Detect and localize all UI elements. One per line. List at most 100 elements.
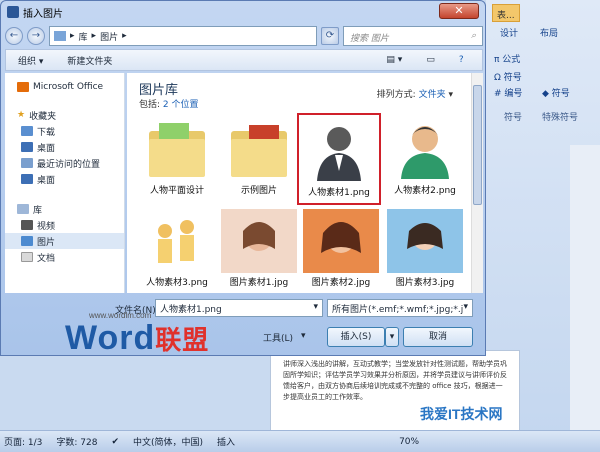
chevron-down-icon: ▾ — [463, 302, 468, 312]
refresh-icon[interactable]: ⟳ — [321, 27, 339, 45]
file-item[interactable]: 人物素材2.png — [383, 113, 467, 205]
people-group-icon — [145, 209, 209, 273]
nav-item-desktop-2[interactable]: 桌面 — [5, 171, 124, 187]
file-item-selected[interactable]: 人物素材1.png — [297, 113, 381, 205]
video-icon — [21, 220, 33, 230]
status-page[interactable]: 页面: 1/3 — [4, 435, 42, 448]
status-zoom[interactable]: 70% — [399, 437, 419, 447]
bottom-watermark: 我爱IT技术网 — [420, 406, 503, 422]
photo-thumbnail-icon — [221, 209, 297, 273]
forward-button[interactable]: → — [27, 27, 45, 45]
file-item[interactable]: 示例图片 — [217, 113, 301, 205]
filetype-select[interactable]: 所有图片(*.emf;*.wmf;*.jpg;*.j ▾ — [327, 299, 473, 317]
photo-thumbnail-icon — [387, 209, 463, 273]
file-item[interactable]: 图片素材1.jpg — [217, 205, 301, 297]
star-icon: ★ — [17, 110, 26, 120]
status-words[interactable]: 字数: 728 — [56, 435, 97, 448]
command-toolbar: 组织 ▾ 新建文件夹 ▤ ▾ ▭ ? — [5, 49, 483, 71]
group-label-special: 特殊符号 — [542, 113, 579, 123]
formula-label: 公式 — [502, 55, 521, 65]
file-item[interactable]: 人物平面设计 — [135, 113, 219, 205]
insert-button[interactable]: 插入(S) — [327, 327, 385, 347]
chevron-down-icon: ▾ — [301, 331, 306, 341]
library-title: 图片库 — [139, 83, 179, 98]
nav-item-desktop[interactable]: 桌面 — [5, 139, 124, 155]
file-list-pane: 图片库 包括: 2 个位置 排列方式: 文件夹 ▾ 人物平面设计 示例图片 人物… — [127, 73, 483, 293]
navigation-pane: Microsoft Office ★ 收藏夹 下载 桌面 最近访问的位置 桌面 库… — [5, 73, 125, 293]
nav-item-recent[interactable]: 最近访问的位置 — [5, 155, 124, 171]
vertical-scrollbar[interactable] — [471, 73, 483, 293]
organize-button[interactable]: 组织 ▾ — [18, 54, 43, 67]
tools-button[interactable]: 工具(L) ▾ — [263, 331, 306, 344]
folder-icon — [145, 117, 209, 181]
file-item[interactable]: 人物素材3.png — [135, 205, 219, 297]
view-options-icon[interactable]: ▤ ▾ — [386, 55, 402, 65]
dialog-title: 插入图片 — [23, 8, 63, 20]
document-text: 讲师深入浅出的讲解，互动式教学；当堂发放针对性测试题，帮助学员巩固所学知识；评估… — [283, 360, 507, 401]
spellcheck-icon[interactable]: ✔ — [111, 437, 119, 447]
search-input[interactable]: 搜索 图片 ⌕ — [343, 26, 483, 46]
number-button[interactable]: # 编号 — [494, 86, 522, 99]
symbol-button[interactable]: Ω 符号 — [494, 70, 522, 83]
nav-label: 视频 — [37, 221, 56, 232]
watermark-word: Word — [65, 319, 156, 357]
file-name: 人物素材2.png — [394, 186, 456, 196]
new-folder-button[interactable]: 新建文件夹 — [67, 54, 112, 67]
scrollbar-thumb[interactable] — [473, 85, 482, 205]
preview-pane-icon[interactable]: ▭ — [426, 55, 435, 65]
breadcrumb-sep-icon: ▸ — [91, 31, 97, 41]
special-symbol-button[interactable]: ◆ 符号 — [542, 86, 570, 99]
documents-icon — [21, 252, 33, 262]
arrange-label: 排列方式: — [376, 90, 416, 100]
nav-label: Microsoft Office — [33, 82, 104, 92]
library-icon — [17, 204, 29, 214]
file-name: 人物素材3.png — [146, 278, 208, 288]
includes-link[interactable]: 2 个位置 — [163, 100, 199, 110]
navigation-bar: ← → ▸ 库 ▸ 图片 ▸ ⟳ 搜索 图片 ⌕ — [5, 25, 483, 47]
ribbon-tab-design[interactable]: 设计 — [500, 26, 518, 40]
file-item[interactable]: 图片素材2.jpg — [299, 205, 383, 297]
file-name: 图片素材2.jpg — [311, 278, 371, 288]
nav-label: 库 — [33, 205, 43, 216]
ribbon-tab-table[interactable]: 表... — [492, 4, 520, 22]
filename-value: 人物素材1.png — [160, 305, 222, 315]
office-icon — [17, 82, 29, 92]
nav-item-downloads[interactable]: 下载 — [5, 123, 124, 139]
arrange-dropdown[interactable]: 文件夹 — [419, 90, 446, 100]
insert-dropdown-button[interactable]: ▾ — [385, 327, 399, 347]
search-placeholder: 搜索 图片 — [350, 34, 389, 44]
nav-item-favorites[interactable]: ★ 收藏夹 — [5, 107, 124, 123]
nav-label: 文档 — [37, 253, 56, 264]
tools-label: 工具(L) — [263, 334, 294, 344]
close-button[interactable]: ✕ — [439, 3, 479, 19]
symbol-label: 符号 — [503, 73, 522, 83]
nav-label: 最近访问的位置 — [37, 159, 101, 170]
status-mode[interactable]: 插入 — [217, 435, 235, 448]
nav-label: 下载 — [37, 127, 56, 138]
back-button[interactable]: ← — [5, 27, 23, 45]
nav-item-office[interactable]: Microsoft Office — [5, 79, 124, 95]
status-language[interactable]: 中文(简体，中国) — [133, 435, 203, 448]
breadcrumb-pictures[interactable]: 图片 — [100, 30, 118, 43]
ribbon-tab-layout[interactable]: 布局 — [540, 26, 558, 40]
downloads-icon — [21, 126, 33, 136]
nav-item-documents[interactable]: 文档 — [5, 249, 124, 265]
dialog-titlebar[interactable]: 插入图片 — [1, 1, 485, 23]
cancel-button[interactable]: 取消 — [403, 327, 473, 347]
breadcrumb-library[interactable]: 库 — [79, 30, 88, 43]
help-icon[interactable]: ? — [459, 55, 464, 65]
insert-picture-dialog: 插入图片 ✕ ← → ▸ 库 ▸ 图片 ▸ ⟳ 搜索 图片 ⌕ 组织 ▾ 新建文… — [0, 0, 486, 357]
status-bar: 页面: 1/3 字数: 728 ✔ 中文(简体，中国) 插入 70% — [0, 430, 600, 452]
desktop-icon — [21, 174, 33, 184]
watermark-url: www.wordlm.com — [89, 311, 152, 320]
nav-item-pictures[interactable]: 图片 — [5, 233, 124, 249]
filename-field[interactable]: 人物素材1.png ▾ — [155, 299, 323, 317]
file-item[interactable]: 图片素材3.jpg — [383, 205, 467, 297]
library-icon — [54, 31, 66, 41]
file-name: 图片素材1.jpg — [229, 278, 289, 288]
file-name: 人物素材1.png — [308, 188, 370, 198]
nav-item-videos[interactable]: 视频 — [5, 217, 124, 233]
formula-button[interactable]: π 公式 — [494, 52, 520, 65]
nav-item-libraries[interactable]: 库 — [5, 201, 124, 217]
address-bar[interactable]: ▸ 库 ▸ 图片 ▸ — [49, 26, 317, 46]
